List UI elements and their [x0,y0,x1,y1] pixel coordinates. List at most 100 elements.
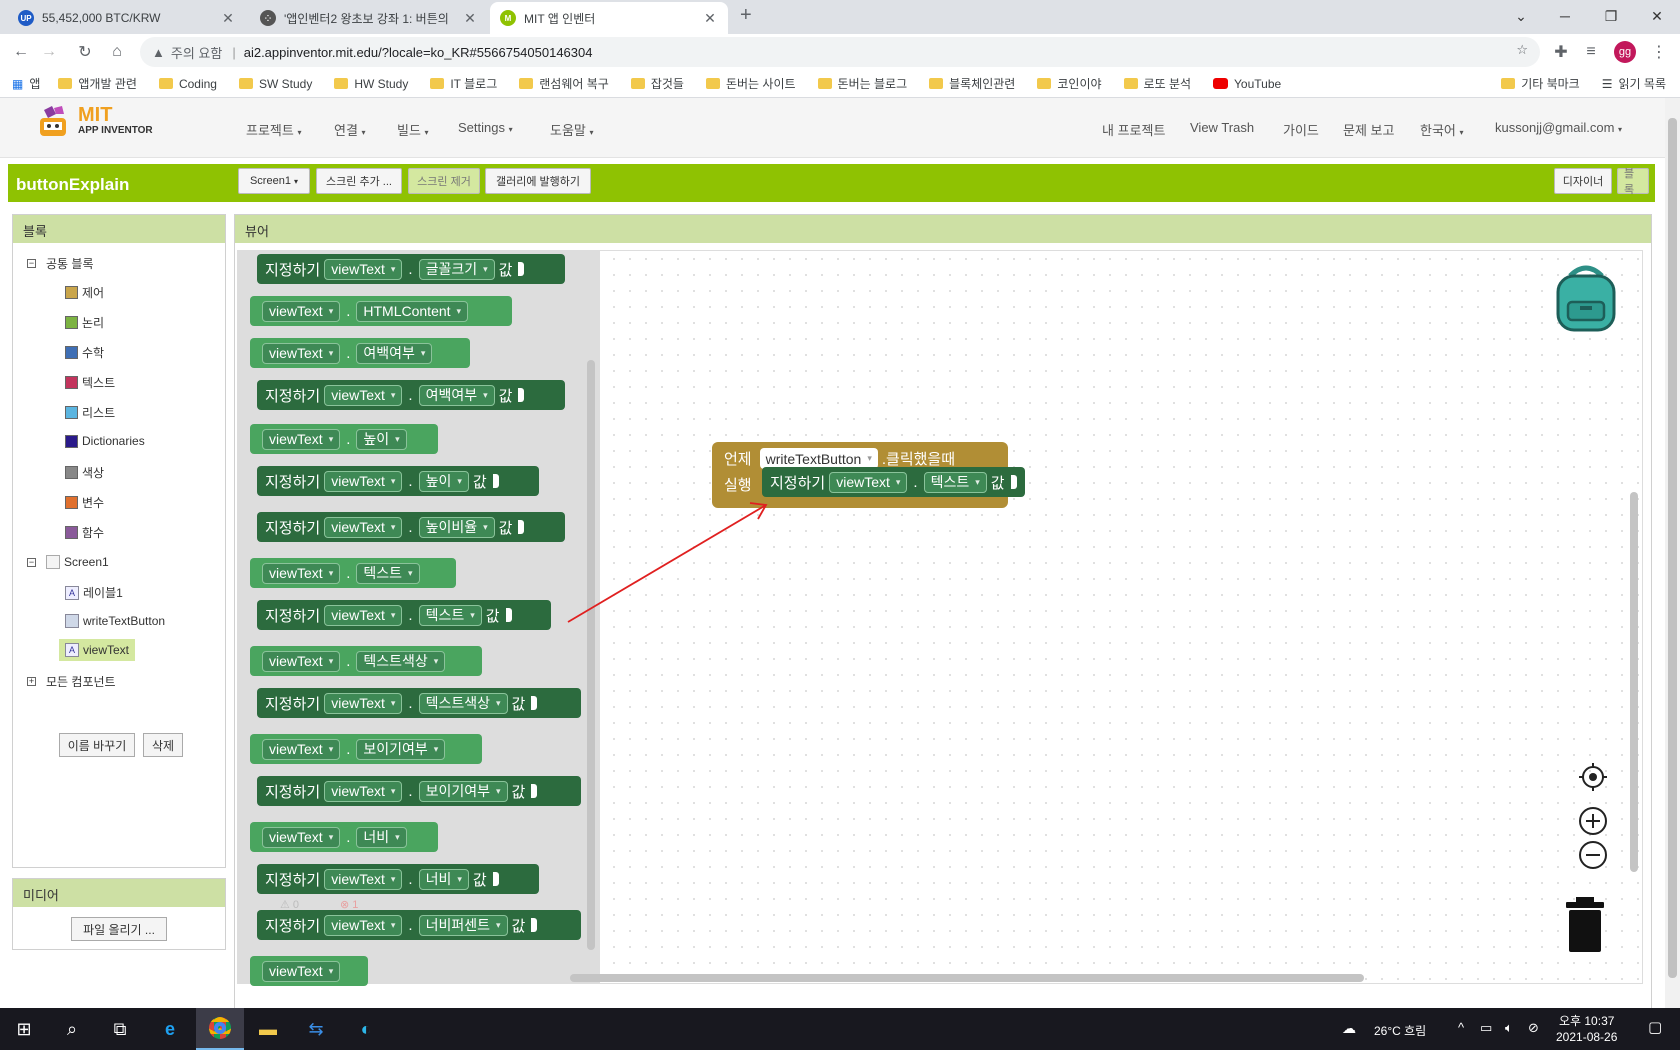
flyout-setter-block[interactable]: 지정하기 viewText ▾. 높이 ▾ 값 [257,466,539,496]
component-dropdown[interactable]: viewText ▾ [262,562,341,584]
flyout-getter-block[interactable]: viewText ▾. 너비 ▾ [250,822,438,852]
component-dropdown[interactable]: viewText ▾ [324,780,403,802]
tree-item-variables[interactable]: 변수 [65,494,104,511]
back-icon[interactable]: ← [8,39,34,65]
bookmark-folder[interactable]: SW Study [238,77,312,91]
file-explorer-icon[interactable]: ▬ [244,1008,292,1050]
reload-icon[interactable]: ↻ [72,39,98,65]
zoom-in-icon[interactable] [1578,806,1608,836]
property-dropdown[interactable]: 높이 ▾ [418,470,469,492]
extensions-icon[interactable]: ✚ [1548,39,1574,65]
recenter-icon[interactable] [1578,762,1608,792]
event-component-dropdown[interactable]: writeTextButton ▾ [759,448,878,469]
zoom-out-icon[interactable] [1578,840,1608,870]
teamviewer-icon[interactable]: ⇆ [292,1008,340,1050]
tree-item-colors[interactable]: 색상 [65,464,104,481]
component-dropdown[interactable]: viewText ▾ [829,471,908,493]
property-dropdown[interactable]: 텍스트 ▾ [418,604,482,626]
workspace-vscrollbar[interactable] [1630,492,1638,872]
bookmark-folder[interactable]: 로또 분석 [1123,75,1191,92]
property-dropdown[interactable]: 텍스트색상 ▾ [418,692,508,714]
property-dropdown[interactable]: 텍스트 ▾ [923,471,987,493]
nav-language[interactable]: 한국어 ▾ [1420,120,1464,139]
clock[interactable]: 오후 10:37 2021-08-26 [1556,1013,1617,1045]
tree-screen1[interactable]: − Screen1 [27,555,109,569]
flyout-setter-block[interactable]: 지정하기 viewText ▾. 너비 ▾ 값 [257,864,539,894]
flyout-getter-block[interactable]: viewText ▾. HTMLContent ▾ [250,296,512,326]
component-dropdown[interactable]: viewText ▾ [262,300,341,322]
tree-component-writetextbutton[interactable]: writeTextButton [65,614,165,628]
forward-icon[interactable]: → [36,39,62,65]
tab-search-icon[interactable]: ⌄ [1498,0,1544,32]
component-dropdown[interactable]: viewText ▾ [324,914,403,936]
nav-report-issue[interactable]: 문제 보고 [1343,120,1394,139]
flyout-getter-block[interactable]: viewText ▾. 텍스트색상 ▾ [250,646,482,676]
errors-indicator[interactable]: ⊗ 1 [340,898,358,911]
property-dropdown[interactable]: 높이비율 ▾ [418,516,495,538]
tree-builtin[interactable]: − 공통 블록 [27,255,94,272]
property-dropdown[interactable]: 너비 ▾ [356,826,407,848]
property-dropdown[interactable]: 보이기여부 ▾ [418,780,508,802]
menu-help[interactable]: 도움말 ▾ [550,120,594,139]
event-inner-setter-block[interactable]: 지정하기 viewText ▾ . 텍스트 ▾ 값 [762,467,1025,497]
component-dropdown[interactable]: viewText ▾ [262,650,341,672]
expand-icon[interactable]: + [27,677,36,686]
tree-item-math[interactable]: 수학 [65,344,104,361]
bookmark-folder[interactable]: Coding [158,77,217,91]
mit-logo-icon[interactable] [34,106,74,144]
bookmark-folder[interactable]: 돈버는 블로그 [817,75,907,92]
flyout-getter-block[interactable]: viewText ▾. 여백여부 ▾ [250,338,470,368]
tree-item-lists[interactable]: 리스트 [65,404,115,421]
flyout-getter-block[interactable]: viewText ▾. 텍스트 ▾ [250,558,456,588]
property-dropdown[interactable]: 텍스트 ▾ [356,562,420,584]
nav-my-projects[interactable]: 내 프로젝트 [1102,120,1165,139]
property-dropdown[interactable]: 높이 ▾ [356,428,407,450]
volume-icon[interactable]: 🔈︎ [1505,1020,1513,1036]
delete-button[interactable]: 삭제 [143,733,183,757]
browser-tab-btc[interactable]: UP 55,452,000 BTC/KRW ✕ [8,2,246,34]
tree-component-label1[interactable]: A 레이블1 [65,584,123,601]
tree-item-procedures[interactable]: 함수 [65,524,104,541]
bookmark-folder[interactable]: 코인이야 [1037,75,1102,92]
minimize-icon[interactable]: ─ [1542,0,1588,32]
property-dropdown[interactable]: 너비퍼센트 ▾ [418,914,508,936]
home-icon[interactable]: ⌂ [104,39,130,65]
screen-select[interactable]: Screen1 ▾ [238,168,310,194]
component-dropdown[interactable]: viewText ▾ [324,868,403,890]
close-icon[interactable]: ✕ [462,10,478,27]
trash-icon[interactable] [1564,895,1606,953]
bookmark-folder[interactable]: 돈버는 사이트 [705,75,796,92]
menu-dots-icon[interactable]: ⋮ [1646,39,1672,65]
publish-gallery-button[interactable]: 갤러리에 발행하기 [485,168,591,194]
collapse-icon[interactable]: − [27,259,36,268]
network-icon[interactable]: ▭ [1480,1020,1492,1036]
close-icon[interactable]: ✕ [220,10,236,27]
menu-connect[interactable]: 연결 ▾ [334,120,366,139]
bookmark-folder[interactable]: 블록체인관련 [929,75,1015,92]
bookmark-folder[interactable]: 잡것들 [630,75,684,92]
maximize-icon[interactable]: ❐ [1588,0,1634,32]
component-dropdown[interactable]: viewText ▾ [324,604,403,626]
flyout-setter-block[interactable]: 지정하기 viewText ▾. 여백여부 ▾ 값 [257,380,565,410]
remove-screen-button[interactable]: 스크린 제거 [408,168,480,194]
close-icon[interactable]: ✕ [702,10,718,27]
nav-view-trash[interactable]: View Trash [1190,120,1254,135]
nav-guide[interactable]: 가이드 [1283,120,1319,139]
collapse-icon[interactable]: − [27,557,36,567]
component-dropdown[interactable]: viewText ▾ [262,738,341,760]
tree-item-control[interactable]: 제어 [65,284,104,301]
flyout-setter-block[interactable]: 지정하기 viewText ▾. 보이기여부 ▾ 값 [257,776,581,806]
add-screen-button[interactable]: 스크린 추가 ... [316,168,402,194]
component-dropdown[interactable]: viewText ▾ [262,428,341,450]
bookmark-folder[interactable]: 랜섬웨어 복구 [519,75,609,92]
task-view-icon[interactable]: ⧉ [96,1008,144,1050]
flyout-setter-block[interactable]: 지정하기 viewText ▾. 글꼴크기 ▾ 값 [257,254,565,284]
tree-any-component[interactable]: + 모든 컴포넌트 [27,673,116,690]
component-dropdown[interactable]: viewText ▾ [262,960,341,982]
bookmark-youtube[interactable]: YouTube [1213,77,1281,91]
flyout-setter-block[interactable]: 지정하기 viewText ▾. 텍스트색상 ▾ 값 [257,688,581,718]
menu-settings[interactable]: Settings ▾ [458,120,513,135]
warnings-indicator[interactable]: ⚠ 0 [280,898,299,911]
tray-chevron-icon[interactable]: ^ [1458,1020,1464,1035]
flyout-setter-block[interactable]: 지정하기 viewText ▾. 텍스트 ▾ 값 [257,600,551,630]
